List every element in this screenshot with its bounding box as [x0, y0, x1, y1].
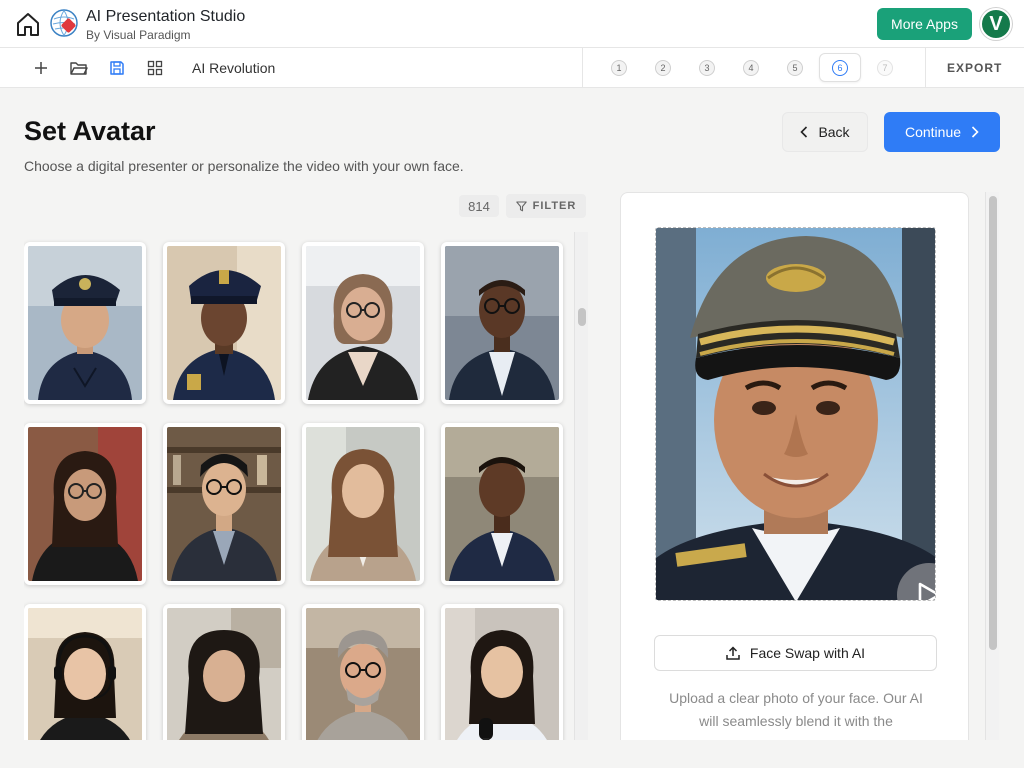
continue-button[interactable]: Continue: [884, 112, 1000, 152]
back-label: Back: [818, 124, 850, 140]
more-apps-button[interactable]: More Apps: [877, 8, 972, 40]
step-3[interactable]: 3: [699, 60, 715, 76]
filter-button[interactable]: FILTER: [506, 194, 586, 218]
avatar-card[interactable]: [163, 604, 285, 740]
face-swap-label: Face Swap with AI: [749, 645, 866, 661]
preview-panel-scroll-thumb[interactable]: [989, 196, 997, 650]
toolbar: AI Revolution 1 2 3 4 5 6 7 EXPORT: [0, 48, 1024, 88]
avatar-photo-woman-reporter-microphone: [445, 608, 559, 740]
step-2[interactable]: 2: [655, 60, 671, 76]
avatar-photo-older-man-glasses: [306, 608, 420, 740]
avatar-card[interactable]: [441, 604, 563, 740]
folder-open-icon[interactable]: [67, 56, 91, 80]
face-swap-button[interactable]: Face Swap with AI: [654, 635, 937, 671]
avatar-photo-woman-glasses-library: [28, 427, 142, 581]
grid-icon[interactable]: [143, 56, 167, 80]
avatar-card[interactable]: [441, 242, 563, 404]
upload-icon: [726, 646, 740, 660]
app-subtitle: By Visual Paradigm: [86, 28, 191, 42]
avatar-preview-panel: Face Swap with AI Upload a clear photo o…: [620, 192, 969, 752]
avatar-photo-police-man: [167, 246, 281, 400]
avatar-list-scroll-thumb[interactable]: [578, 308, 586, 326]
plus-icon[interactable]: [29, 56, 53, 80]
app-title: AI Presentation Studio: [86, 8, 246, 25]
step-4[interactable]: 4: [743, 60, 759, 76]
page-description: Choose a digital presenter or personaliz…: [24, 158, 464, 174]
avatar-card[interactable]: [24, 423, 146, 585]
avatar-photo-woman-glasses-office: [306, 246, 420, 400]
upload-hint-text: Upload a clear photo of your face. Our A…: [669, 690, 923, 729]
bottom-strip: [0, 740, 1024, 768]
filter-icon: [515, 200, 527, 211]
avatar-photo-woman-headset: [28, 608, 142, 740]
avatar-card[interactable]: [302, 423, 424, 585]
avatar-count-badge: 814: [459, 195, 499, 217]
export-button[interactable]: EXPORT: [947, 61, 1002, 75]
filter-label: FILTER: [532, 200, 577, 212]
continue-label: Continue: [904, 124, 962, 140]
avatar-card[interactable]: [24, 604, 146, 740]
preview-panel-scrollbar[interactable]: [985, 192, 999, 752]
avatar-list-scrollbar[interactable]: [574, 232, 588, 740]
app-logo-icon: [50, 9, 78, 37]
step-5[interactable]: 5: [787, 60, 803, 76]
step-navigator: 1 2 3 4 5 6 7: [582, 48, 926, 87]
avatar-card[interactable]: [441, 423, 563, 585]
step-7: 7: [877, 60, 893, 76]
home-icon[interactable]: [12, 8, 44, 40]
avatar-card[interactable]: [302, 242, 424, 404]
document-name[interactable]: AI Revolution: [192, 60, 275, 76]
avatar-photo-woman-curly-hair: [167, 608, 281, 740]
avatar-photo-man-glasses-suit: [445, 246, 559, 400]
step-1[interactable]: 1: [611, 60, 627, 76]
avatar-card[interactable]: [302, 604, 424, 740]
avatar-grid: [24, 232, 574, 740]
save-icon[interactable]: [105, 56, 129, 80]
avatar-card[interactable]: [24, 242, 146, 404]
app-header: AI Presentation Studio By Visual Paradig…: [0, 0, 1024, 48]
avatar-photo-man-suit-office: [445, 427, 559, 581]
avatar-card[interactable]: [163, 242, 285, 404]
avatar-photo-man-glasses-bookshelf: [167, 427, 281, 581]
step-6[interactable]: 6: [832, 60, 848, 76]
chevron-right-icon: [971, 126, 979, 138]
play-icon: [918, 582, 935, 600]
back-button[interactable]: Back: [782, 112, 868, 152]
selected-avatar-photo-pilot: [655, 227, 936, 601]
avatar-photo-police-woman: [28, 246, 142, 400]
chevron-left-icon: [800, 126, 808, 138]
page-title: Set Avatar: [24, 116, 156, 146]
avatar-photo-woman-long-hair-blazer: [306, 427, 420, 581]
avatar-card[interactable]: [163, 423, 285, 585]
user-avatar[interactable]: V: [980, 8, 1012, 40]
